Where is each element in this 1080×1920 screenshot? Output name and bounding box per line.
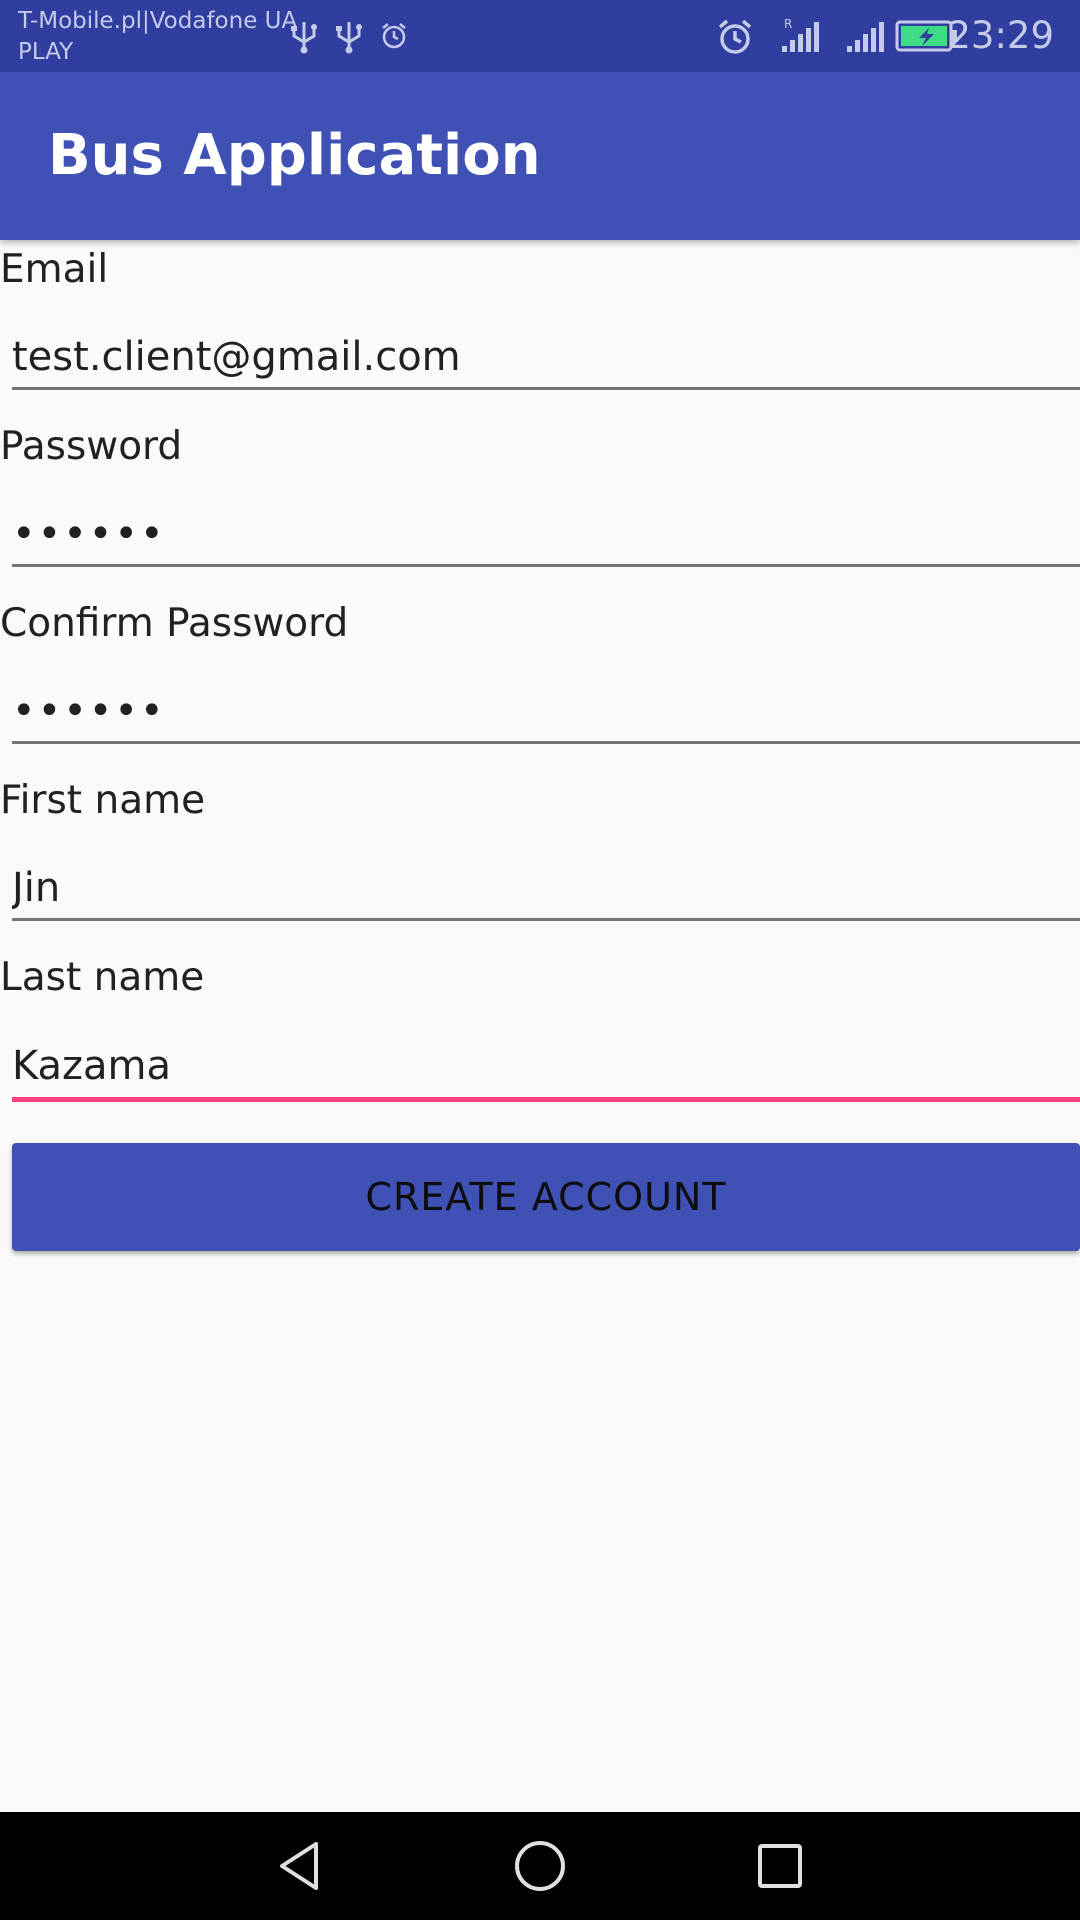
navigation-bar	[0, 1812, 1080, 1920]
alarm-icon	[382, 23, 406, 49]
create-account-button[interactable]: CREATE ACCOUNT	[12, 1143, 1080, 1251]
password-label: Password	[0, 424, 183, 469]
status-bar: T-Mobile.pl|Vodafone UA PLAY R 23:29	[0, 0, 1080, 72]
first-name-field[interactable]	[12, 857, 1080, 921]
confirm-password-field[interactable]	[12, 680, 1080, 744]
last-name-field[interactable]	[12, 1034, 1080, 1102]
svg-text:R: R	[784, 17, 792, 31]
app-bar: Bus Application	[0, 72, 1080, 240]
recents-icon[interactable]	[752, 1838, 808, 1894]
signal-icon	[847, 22, 884, 52]
home-icon[interactable]	[512, 1838, 568, 1894]
clock: 23:29	[947, 14, 1054, 57]
carrier-line-2: PLAY	[18, 39, 74, 65]
carrier-info: T-Mobile.pl|Vodafone UA PLAY	[18, 6, 297, 68]
first-name-label: First name	[0, 778, 206, 823]
alarm-icon	[718, 19, 752, 54]
email-label: Email	[0, 247, 109, 292]
app-screen: T-Mobile.pl|Vodafone UA PLAY R 23:29 Bus…	[0, 0, 1080, 1920]
carrier-line-1: T-Mobile.pl|Vodafone UA	[18, 8, 298, 34]
email-field[interactable]	[12, 326, 1080, 390]
signal-roaming-icon: R	[782, 17, 819, 52]
password-field[interactable]	[12, 503, 1080, 567]
usb-icon	[291, 22, 317, 54]
page-title: Bus Application	[48, 123, 541, 188]
confirm-password-label: Confirm Password	[0, 601, 349, 646]
back-icon[interactable]	[272, 1838, 328, 1894]
last-name-label: Last name	[0, 955, 205, 1000]
usb-icon	[336, 22, 362, 54]
